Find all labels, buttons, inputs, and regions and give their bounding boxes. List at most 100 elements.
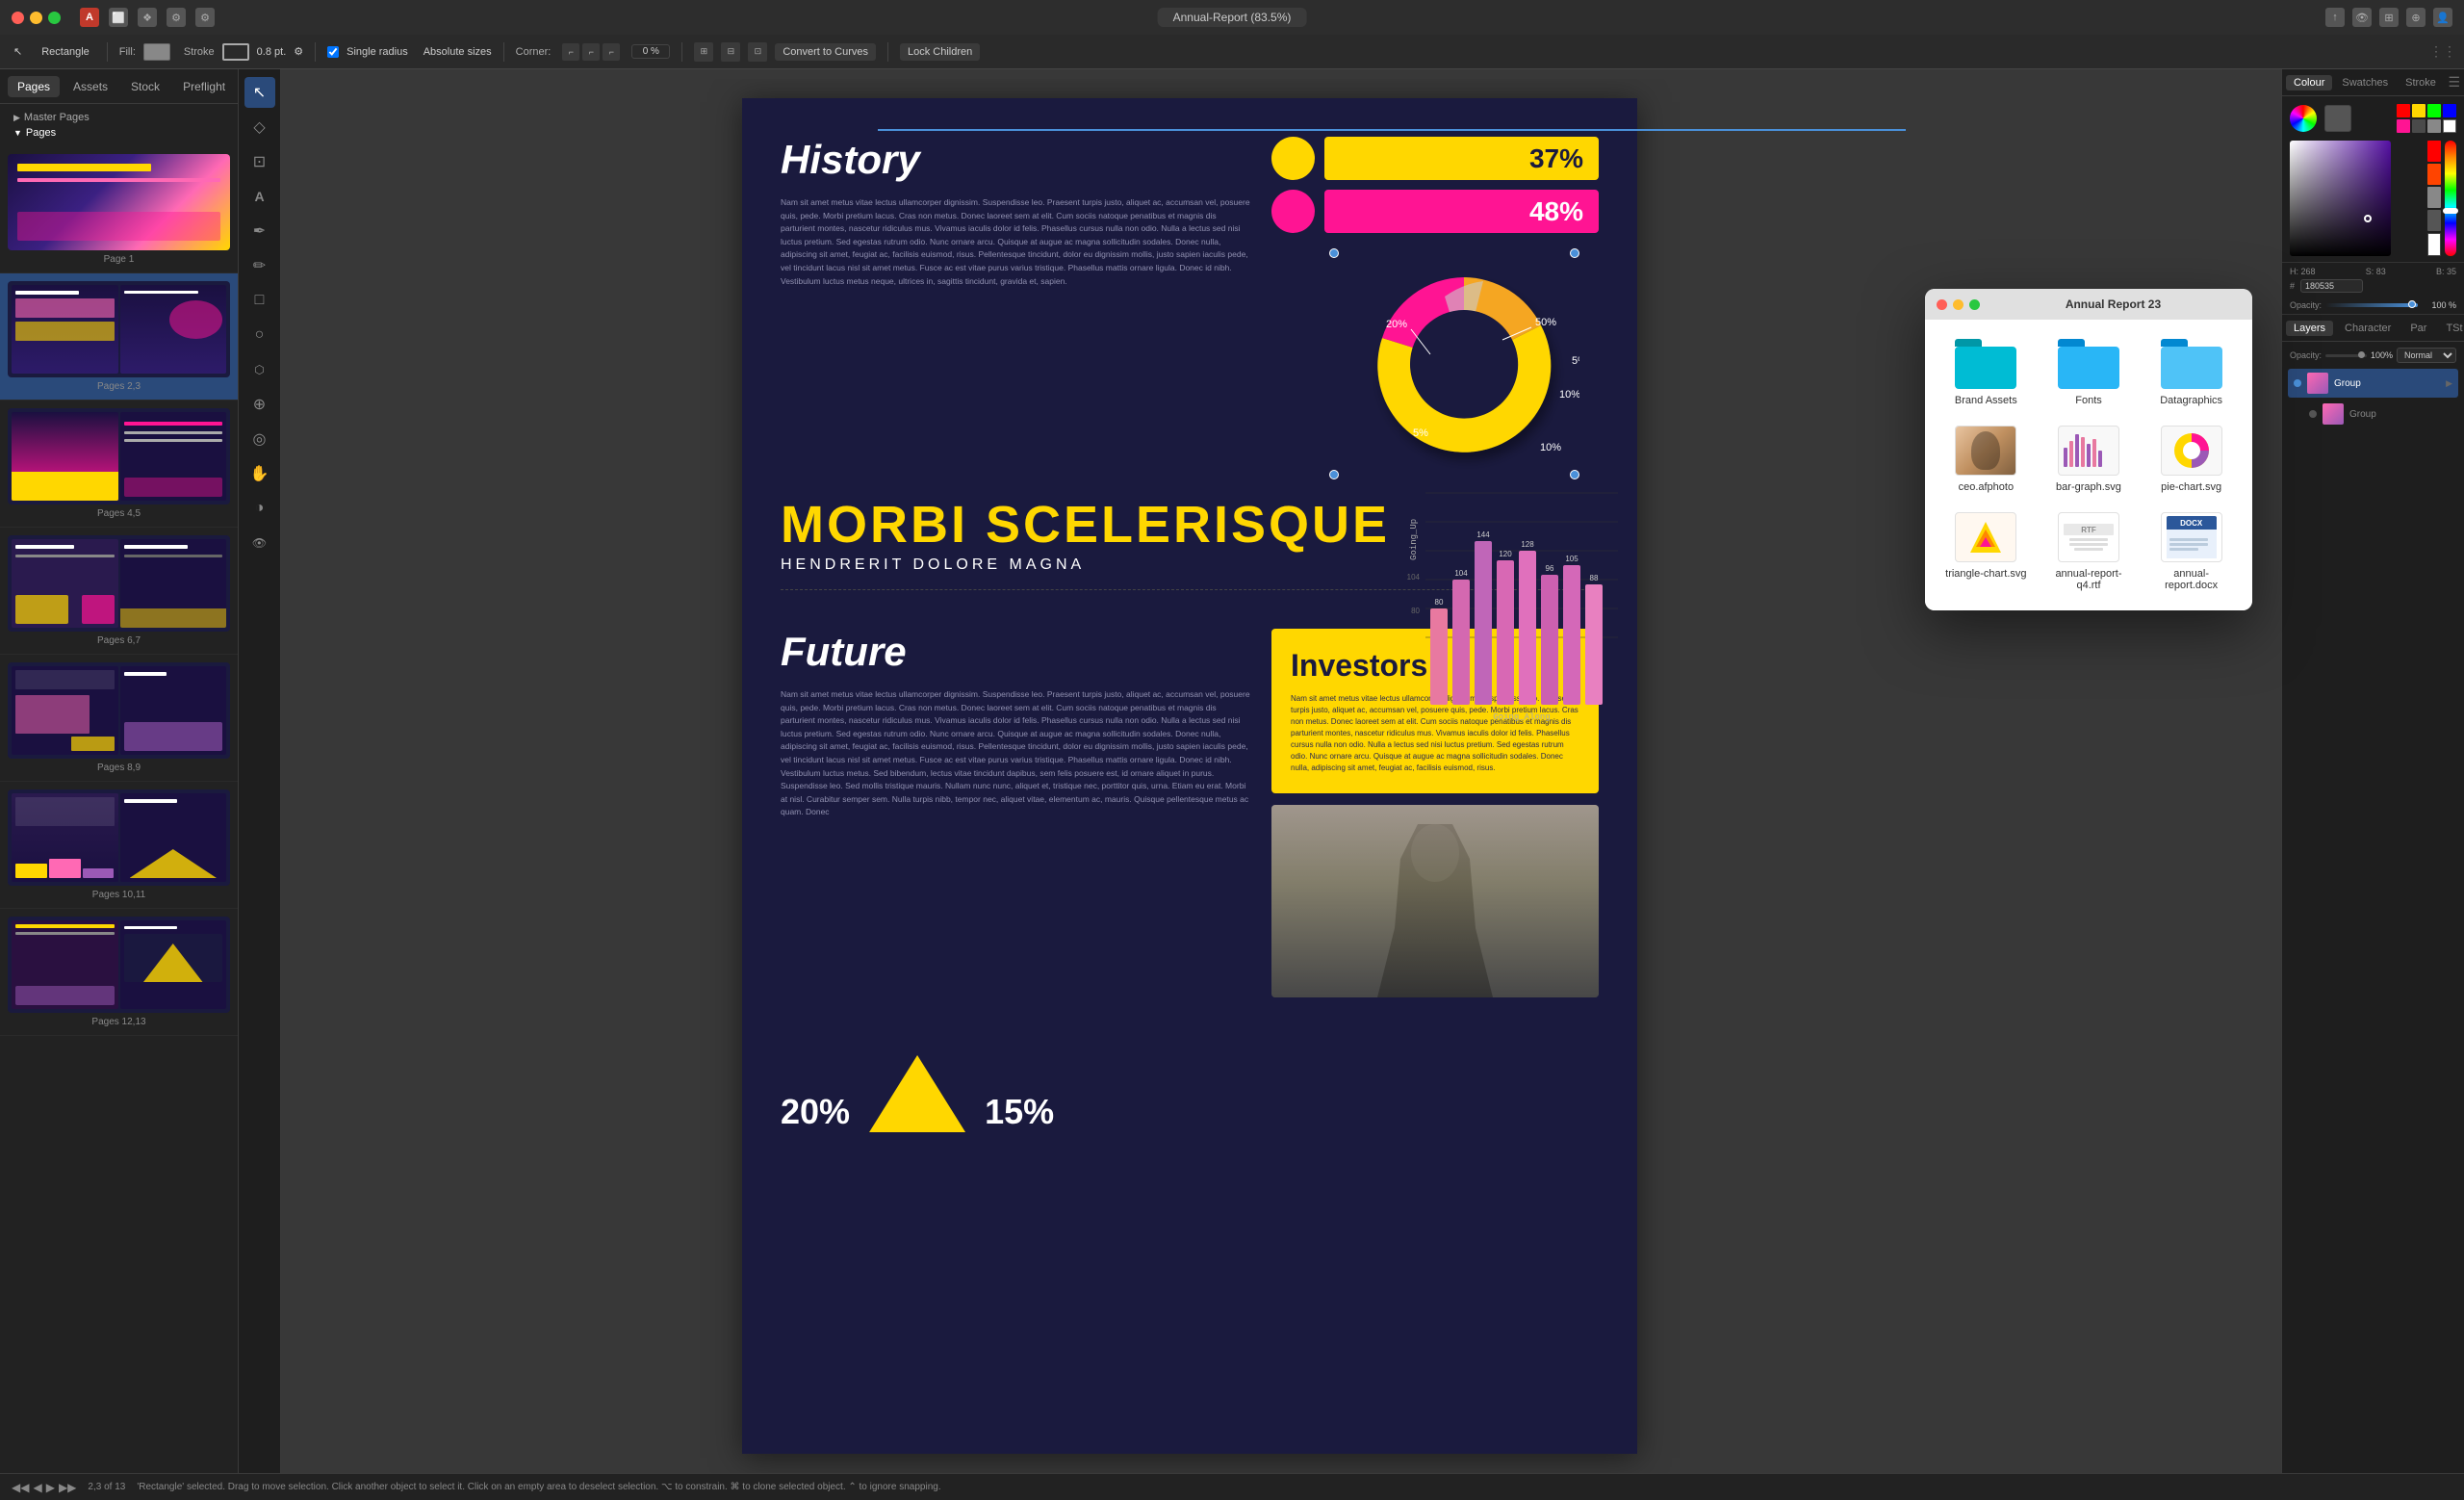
- hand-tool-icon[interactable]: ✋: [244, 458, 275, 489]
- swatch-blue[interactable]: [2443, 104, 2456, 117]
- corner-icon-2[interactable]: ⌐: [582, 43, 600, 61]
- swatch-red[interactable]: [2397, 104, 2410, 117]
- transform-icon-3[interactable]: ⊡: [748, 42, 767, 62]
- fb-maximize-button[interactable]: [1969, 299, 1980, 310]
- color-panel-menu-icon[interactable]: ☰: [2448, 74, 2460, 91]
- colour-tab[interactable]: Colour: [2286, 75, 2332, 91]
- convert-to-curves-button[interactable]: Convert to Curves: [775, 43, 876, 61]
- zoom-tool-icon[interactable]: ⊕: [244, 389, 275, 420]
- layer-opacity-slider[interactable]: [2325, 354, 2367, 357]
- corner-icon-3[interactable]: ⌐: [603, 43, 620, 61]
- settings-icon-2[interactable]: ⚙: [195, 8, 215, 27]
- ellipse-tool-icon[interactable]: ○: [244, 320, 275, 350]
- tab-pages[interactable]: Pages: [8, 76, 60, 97]
- swatch-white[interactable]: [2443, 119, 2456, 133]
- layer-item-group-1[interactable]: Group ▶: [2288, 369, 2458, 398]
- rect-tool-icon[interactable]: □: [244, 285, 275, 316]
- character-tab[interactable]: Character: [2337, 321, 2399, 336]
- select-tool-button[interactable]: ↖: [8, 43, 28, 60]
- user-icon[interactable]: 👤: [2433, 8, 2452, 27]
- page-thumb-item-1213[interactable]: Pages 12,13: [0, 909, 238, 1036]
- swatch-col-r[interactable]: [2427, 141, 2441, 162]
- polygon-tool-icon[interactable]: ⬡: [244, 354, 275, 385]
- text-tool-icon[interactable]: A: [244, 181, 275, 212]
- more-options-icon[interactable]: ⋮⋮: [2429, 43, 2456, 60]
- tab-stock[interactable]: Stock: [121, 76, 169, 97]
- opacity-slider[interactable]: [2325, 303, 2418, 307]
- node-tool-icon[interactable]: ◇: [244, 112, 275, 142]
- page-thumb-item-45[interactable]: Pages 4,5: [0, 401, 238, 528]
- swatch-col-g[interactable]: [2427, 187, 2441, 208]
- swatch-green[interactable]: [2427, 104, 2441, 117]
- tab-preflight[interactable]: Preflight: [173, 76, 235, 97]
- fill-color-box[interactable]: [143, 43, 170, 61]
- tst-tab[interactable]: TSt: [2438, 321, 2464, 336]
- page-thumb-item-89[interactable]: Pages 8,9: [0, 655, 238, 782]
- file-item-triangle-chart[interactable]: triangle-chart.svg: [1944, 512, 2028, 591]
- tool-icon-1[interactable]: ⬜: [109, 8, 128, 27]
- layer-item-group-2[interactable]: Group: [2303, 400, 2458, 428]
- color-wheel-icon[interactable]: [2290, 105, 2317, 132]
- corner-icon-1[interactable]: ⌐: [562, 43, 579, 61]
- file-item-pie-chart[interactable]: pie-chart.svg: [2149, 426, 2233, 493]
- color-gradient-square[interactable]: [2290, 141, 2391, 256]
- gradient-tool-icon[interactable]: ◑: [244, 493, 275, 524]
- pages-item[interactable]: ▼ Pages: [8, 125, 230, 141]
- fb-minimize-button[interactable]: [1953, 299, 1964, 310]
- layer-expand-icon[interactable]: ▶: [2446, 378, 2452, 389]
- swatch-col-w[interactable]: [2427, 233, 2441, 256]
- file-item-bar-graph[interactable]: bar-graph.svg: [2047, 426, 2131, 493]
- settings-icon[interactable]: ⚙: [167, 8, 186, 27]
- fb-close-button[interactable]: [1937, 299, 1947, 310]
- swatch-grey[interactable]: [2427, 119, 2441, 133]
- minimize-button[interactable]: [30, 12, 42, 24]
- hue-slider[interactable]: [2445, 141, 2456, 256]
- zoom-icon[interactable]: ⊕: [2406, 8, 2426, 27]
- prev-frame-icon[interactable]: ◀: [33, 1481, 41, 1494]
- stroke-tab[interactable]: Stroke: [2398, 75, 2444, 91]
- file-item-datagraphics[interactable]: Datagraphics: [2149, 339, 2233, 406]
- file-item-fonts[interactable]: Fonts: [2047, 339, 2131, 406]
- file-item-rtf[interactable]: RTF annual-report-q4.rtf: [2047, 512, 2131, 591]
- select-tool-icon[interactable]: ↖: [244, 77, 275, 108]
- view-icon[interactable]: 👁: [2352, 8, 2372, 27]
- page-thumb-item-1[interactable]: Page 1: [0, 146, 238, 273]
- layers-tab[interactable]: Layers: [2286, 321, 2333, 336]
- canvas-area[interactable]: History Nam sit amet metus vitae lectus …: [281, 69, 2281, 1473]
- view-tool-icon[interactable]: 👁: [244, 528, 275, 558]
- swatch-col-or[interactable]: [2427, 164, 2441, 185]
- tool-icon-2[interactable]: ❖: [138, 8, 157, 27]
- stroke-options-icon[interactable]: ⚙: [294, 45, 303, 58]
- prev-page-icon[interactable]: ◀◀: [12, 1481, 29, 1494]
- maximize-button[interactable]: [48, 12, 61, 24]
- file-item-ceo-photo[interactable]: ceo.afphoto: [1944, 426, 2028, 493]
- page-thumb-item-67[interactable]: Pages 6,7: [0, 528, 238, 655]
- pencil-tool-icon[interactable]: ✏: [244, 250, 275, 281]
- play-icon[interactable]: ▶: [46, 1481, 55, 1494]
- tab-assets[interactable]: Assets: [64, 76, 117, 97]
- swatch-dark[interactable]: [2412, 119, 2426, 133]
- single-radius-checkbox[interactable]: [327, 46, 339, 58]
- layer-visibility-icon[interactable]: [2294, 379, 2301, 387]
- file-browser-window[interactable]: Annual Report 23 Brand Assets Fonts Data…: [1925, 289, 2252, 610]
- corner-value-input[interactable]: [631, 44, 670, 59]
- color-picker-icon[interactable]: ◎: [244, 424, 275, 454]
- next-frame-icon[interactable]: ▶▶: [59, 1481, 76, 1494]
- swatch-col-d[interactable]: [2427, 210, 2441, 231]
- close-button[interactable]: [12, 12, 24, 24]
- lock-children-button[interactable]: Lock Children: [900, 43, 980, 61]
- layout-icon[interactable]: ⊞: [2379, 8, 2399, 27]
- file-item-brand-assets[interactable]: Brand Assets: [1944, 339, 2028, 406]
- par-tab[interactable]: Par: [2402, 321, 2434, 336]
- color-square-icon[interactable]: [2324, 105, 2351, 132]
- transform-icon-2[interactable]: ⊟: [721, 42, 740, 62]
- swatches-tab[interactable]: Swatches: [2334, 75, 2396, 91]
- share-icon[interactable]: ↑: [2325, 8, 2345, 27]
- stroke-color-box[interactable]: [222, 43, 249, 61]
- blend-mode-select[interactable]: Normal: [2397, 348, 2456, 363]
- crop-tool-icon[interactable]: ⊡: [244, 146, 275, 177]
- layer-visibility-icon-2[interactable]: [2309, 410, 2317, 418]
- pen-tool-icon[interactable]: ✒: [244, 216, 275, 246]
- page-thumb-item-1011[interactable]: Pages 10,11: [0, 782, 238, 909]
- file-item-docx[interactable]: DOCX annual-report.docx: [2149, 512, 2233, 591]
